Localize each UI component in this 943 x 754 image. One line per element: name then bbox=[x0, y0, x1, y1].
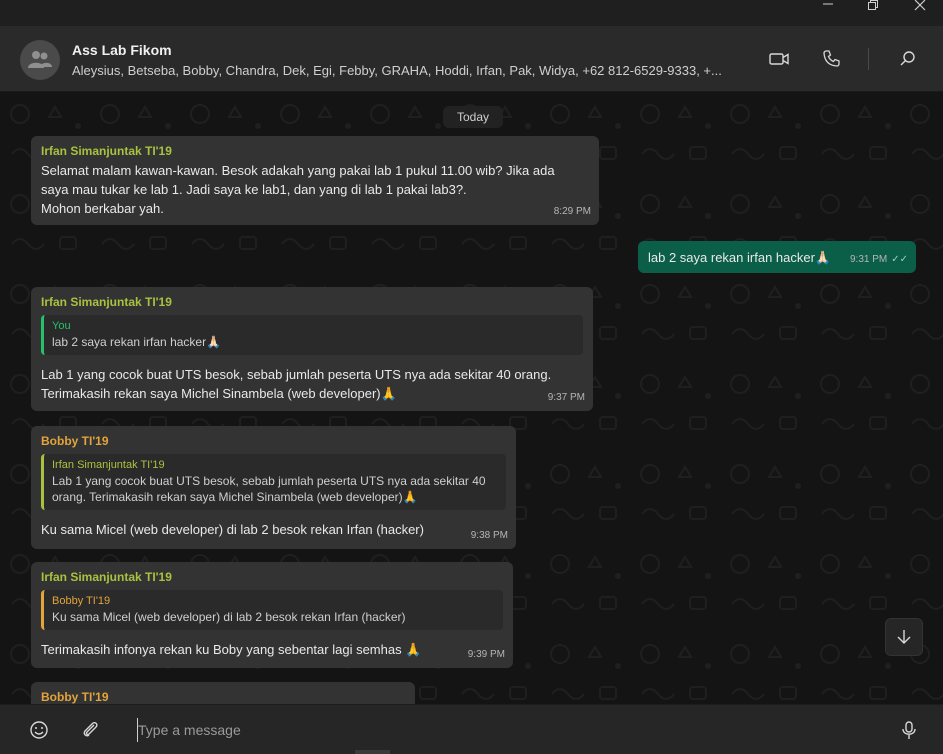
date-separator: Today bbox=[443, 106, 503, 128]
emoji-button[interactable] bbox=[28, 719, 50, 741]
scroll-to-bottom-button[interactable] bbox=[885, 618, 923, 656]
microphone-button[interactable] bbox=[898, 719, 920, 741]
message-text: Lab 1 yang cocok buat UTS besok, sebab j… bbox=[41, 367, 552, 401]
maximize-button[interactable] bbox=[851, 0, 897, 26]
message-bubble[interactable]: Bobby TI'19 Irfan Simanjuntak TI'19 Lab … bbox=[31, 426, 516, 549]
chat-header: Ass Lab Fikom Aleysius, Betseba, Bobby, … bbox=[0, 26, 943, 92]
message-sender: Irfan Simanjuntak TI'19 bbox=[41, 295, 172, 309]
group-avatar-icon bbox=[28, 51, 52, 68]
message-time: 9:31 PM ✓✓ bbox=[850, 250, 908, 269]
header-divider bbox=[868, 48, 869, 70]
message-input[interactable] bbox=[137, 718, 838, 742]
quoted-message[interactable]: You lab 2 saya rekan irfan hacker🙏🏻 bbox=[41, 315, 583, 355]
message-bubble[interactable]: Irfan Simanjuntak TI'19 You lab 2 saya r… bbox=[31, 287, 593, 411]
read-receipt-icon: ✓✓ bbox=[891, 254, 908, 265]
voice-call-icon bbox=[823, 50, 840, 67]
message-bubble-outgoing[interactable]: lab 2 saya rekan irfan hacker🙏🏻 9:31 PM ✓… bbox=[638, 241, 916, 273]
message-time: 9:37 PM bbox=[547, 392, 585, 403]
search-button[interactable] bbox=[895, 46, 921, 72]
message-composer bbox=[0, 704, 943, 754]
maximize-icon bbox=[868, 0, 878, 10]
message-text: Terimakasih infonya rekan ku Boby yang s… bbox=[41, 642, 422, 657]
microphone-icon bbox=[902, 721, 916, 739]
emoji-icon bbox=[30, 721, 48, 739]
attach-icon bbox=[83, 721, 98, 737]
search-icon bbox=[900, 51, 915, 66]
window-titlebar bbox=[0, 0, 943, 26]
arrow-down-icon bbox=[897, 630, 911, 644]
attach-button[interactable] bbox=[79, 719, 101, 741]
message-sender: Irfan Simanjuntak TI'19 bbox=[41, 144, 172, 158]
message-time: 8:29 PM bbox=[553, 206, 591, 217]
message-text: Selamat malam kawan-kawan. Besok adakah … bbox=[41, 163, 555, 216]
message-list[interactable]: Today Irfan Simanjuntak TI'19 Selamat ma… bbox=[0, 92, 943, 704]
voice-call-button[interactable] bbox=[818, 46, 844, 72]
chat-title[interactable]: Ass Lab Fikom bbox=[72, 42, 172, 58]
quoted-sender: Bobby TI'19 bbox=[52, 595, 111, 607]
message-time: 9:39 PM bbox=[467, 649, 505, 660]
message-bubble[interactable]: Irfan Simanjuntak TI'19 Selamat malam ka… bbox=[31, 136, 599, 225]
quoted-sender: You bbox=[52, 320, 71, 332]
quoted-text: lab 2 saya rekan irfan hacker🙏🏻 bbox=[52, 335, 222, 349]
quoted-message[interactable]: Bobby TI'19 Ku sama Micel (web developer… bbox=[41, 590, 503, 630]
group-avatar[interactable] bbox=[20, 40, 60, 80]
resize-handle bbox=[355, 750, 390, 754]
message-text: Ku sama Micel (web developer) di lab 2 b… bbox=[41, 522, 424, 537]
message-sender: Irfan Simanjuntak TI'19 bbox=[41, 570, 172, 584]
video-call-button[interactable] bbox=[766, 46, 792, 72]
minimize-icon bbox=[823, 3, 833, 5]
message-sender: Bobby TI'19 bbox=[41, 690, 109, 704]
quoted-sender: Irfan Simanjuntak TI'19 bbox=[52, 459, 165, 471]
minimize-button[interactable] bbox=[805, 0, 851, 26]
close-button[interactable] bbox=[897, 0, 943, 26]
quoted-text: Lab 1 yang cocok buat UTS besok, sebab j… bbox=[52, 474, 486, 504]
chat-members[interactable]: Aleysius, Betseba, Bobby, Chandra, Dek, … bbox=[72, 63, 752, 78]
close-icon bbox=[914, 0, 926, 11]
message-time: 9:38 PM bbox=[470, 530, 508, 541]
message-bubble[interactable]: Irfan Simanjuntak TI'19 Bobby TI'19 Ku s… bbox=[31, 562, 513, 668]
message-sender: Bobby TI'19 bbox=[41, 434, 109, 448]
quoted-message[interactable]: Irfan Simanjuntak TI'19 Lab 1 yang cocok… bbox=[41, 454, 506, 510]
quoted-text: Ku sama Micel (web developer) di lab 2 b… bbox=[52, 610, 406, 624]
message-bubble[interactable]: Bobby TI'19 bbox=[31, 682, 415, 704]
video-call-icon bbox=[769, 53, 789, 65]
